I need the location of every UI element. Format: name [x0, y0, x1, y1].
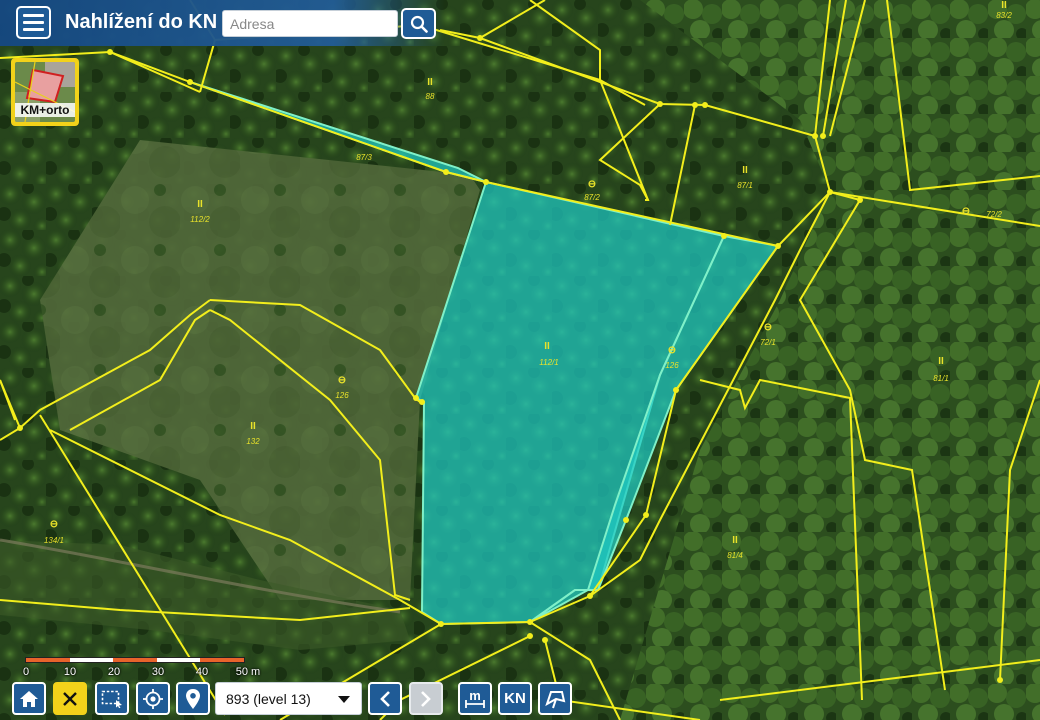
- clear-selection-button[interactable]: [53, 682, 87, 715]
- next-view-button[interactable]: [409, 682, 443, 715]
- layer-switcher-button[interactable]: KM+orto: [11, 58, 79, 126]
- home-icon: [20, 690, 38, 707]
- map-pin-icon: [186, 688, 200, 709]
- kn-layer-button[interactable]: KN: [498, 682, 532, 715]
- chevron-left-icon: [380, 690, 390, 707]
- hamburger-icon: [23, 21, 44, 24]
- scale-label: 50 m: [235, 666, 261, 678]
- scale-segment: [156, 658, 201, 662]
- kn-label: KN: [504, 690, 526, 707]
- parcel-boundaries-button[interactable]: [538, 682, 572, 715]
- scale-segments: [25, 657, 245, 663]
- place-marker-button[interactable]: [176, 682, 210, 715]
- previous-view-button[interactable]: [368, 682, 402, 715]
- hamburger-icon: [23, 28, 44, 31]
- measure-ruler-icon: m: [465, 689, 485, 708]
- locate-me-button[interactable]: [136, 682, 170, 715]
- address-search-input[interactable]: [222, 10, 398, 37]
- scale-segment: [69, 658, 114, 662]
- scale-bar: 0 10 20 30 40 50 m: [22, 656, 262, 682]
- svg-text:m: m: [469, 689, 481, 703]
- close-icon: [63, 691, 77, 706]
- cadastral-map[interactable]: [0, 0, 1040, 720]
- scale-segment: [200, 658, 244, 662]
- scale-label: 20: [107, 666, 121, 678]
- menu-button[interactable]: [16, 6, 51, 39]
- select-area-button[interactable]: [95, 682, 129, 715]
- app-title: Nahlížení do KN: [65, 11, 218, 33]
- scale-label: 40: [195, 666, 209, 678]
- scale-label: 30: [151, 666, 165, 678]
- rectangle-select-icon: [101, 690, 122, 708]
- chevron-down-icon: [338, 696, 350, 703]
- scale-label: 0: [22, 666, 30, 678]
- zoom-level-value: 893 (level 13): [226, 690, 311, 707]
- scale-label: 10: [63, 666, 77, 678]
- search-icon: [410, 15, 428, 33]
- search-button[interactable]: [401, 8, 436, 39]
- crosshair-location-icon: [143, 688, 163, 709]
- layer-thumbnail: KM+orto: [15, 62, 75, 122]
- app-header: Nahlížení do KN: [0, 0, 445, 46]
- layer-label: KM+orto: [15, 103, 75, 117]
- chevron-right-icon: [421, 690, 431, 707]
- measure-button[interactable]: m: [458, 682, 492, 715]
- hamburger-icon: [23, 14, 44, 17]
- parcel-polygon-icon: [545, 690, 566, 708]
- home-button[interactable]: [12, 682, 46, 715]
- scale-segment: [26, 658, 70, 662]
- zoom-level-select[interactable]: 893 (level 13): [215, 682, 362, 715]
- scale-segment: [113, 658, 157, 662]
